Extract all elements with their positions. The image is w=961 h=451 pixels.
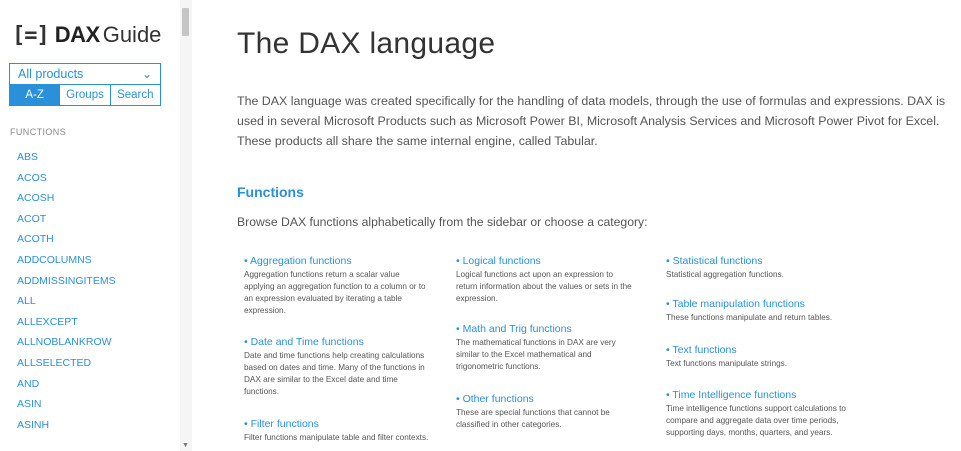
sidebar: [=] DAX Guide All products ⌄ A-Z Groups … <box>0 0 180 451</box>
category-link[interactable]: • Math and Trig functions <box>456 323 634 336</box>
function-link[interactable]: ALLNOBLANKROW <box>17 335 116 356</box>
category-logical: • Logical functions Logical functions ac… <box>456 255 634 305</box>
function-link[interactable]: ASINH <box>17 418 116 439</box>
category-desc: These functions manipulate and return ta… <box>666 313 833 322</box>
category-link[interactable]: • Other functions <box>456 393 634 406</box>
logo-guide-text: Guide <box>102 22 162 47</box>
sidebar-scrollbar[interactable]: ▼ <box>180 0 192 451</box>
functions-section-title: Functions <box>237 184 304 200</box>
category-link[interactable]: • Time Intelligence functions <box>666 389 851 402</box>
intro-paragraph: The DAX language was created specificall… <box>237 94 946 148</box>
category-date-time: • Date and Time functions Date and time … <box>244 336 430 398</box>
scroll-down-arrow-icon[interactable]: ▼ <box>182 442 189 449</box>
category-filter: • Filter functions Filter functions mani… <box>244 418 430 444</box>
tab-groups[interactable]: Groups <box>59 85 109 105</box>
page-title: The DAX language <box>237 27 496 60</box>
function-link[interactable]: AND <box>17 377 116 398</box>
category-statistical: • Statistical functions Statistical aggr… <box>666 255 851 281</box>
function-link[interactable]: ADDCOLUMNS <box>17 253 116 274</box>
scrollbar-thumb[interactable] <box>182 8 189 36</box>
function-link[interactable]: ACOT <box>17 212 116 233</box>
category-desc: Filter functions manipulate table and fi… <box>244 433 429 442</box>
function-link[interactable]: ALLSELECTED <box>17 356 116 377</box>
category-desc: These are special functions that cannot … <box>456 408 610 429</box>
function-link[interactable]: ACOTH <box>17 232 116 253</box>
category-aggregation: • Aggregation functions Aggregation func… <box>244 255 430 317</box>
category-other: • Other functions These are special func… <box>456 393 634 431</box>
category-desc: The mathematical functions in DAX are ve… <box>456 338 616 371</box>
category-desc: Text functions manipulate strings. <box>666 359 788 368</box>
tab-a-z[interactable]: A-Z <box>10 85 60 105</box>
category-desc: Time intelligence functions support calc… <box>666 404 846 437</box>
category-table-manipulation: • Table manipulation functions These fun… <box>666 298 851 324</box>
category-link[interactable]: • Text functions <box>666 344 851 357</box>
category-text: • Text functions Text functions manipula… <box>666 344 851 370</box>
category-time-intelligence: • Time Intelligence functions Time intel… <box>666 389 851 439</box>
functions-section-desc: Browse DAX functions alphabetically from… <box>237 215 648 229</box>
functions-heading: FUNCTIONS <box>10 127 67 137</box>
category-desc: Date and time functions help creating ca… <box>244 351 425 396</box>
category-link[interactable]: • Aggregation functions <box>244 255 430 268</box>
function-link[interactable]: ALLEXCEPT <box>17 315 116 336</box>
logo-dax-text: DAX <box>54 22 100 47</box>
category-link[interactable]: • Logical functions <box>456 255 634 268</box>
sidebar-tabs: A-Z Groups Search <box>9 85 161 106</box>
chevron-down-icon: ⌄ <box>141 67 152 81</box>
category-desc: Statistical aggregation functions. <box>666 270 784 279</box>
category-desc: Aggregation functions return a scalar va… <box>244 270 426 315</box>
tab-search[interactable]: Search <box>109 85 160 105</box>
category-link[interactable]: • Filter functions <box>244 418 430 431</box>
function-link[interactable]: ABS <box>17 150 116 171</box>
product-select-value: All products <box>18 67 84 81</box>
function-link[interactable]: ACOS <box>17 171 116 192</box>
category-link[interactable]: • Table manipulation functions <box>666 298 851 311</box>
function-link[interactable]: ASIN <box>17 397 116 418</box>
category-link[interactable]: • Statistical functions <box>666 255 851 268</box>
category-desc: Logical functions act upon an expression… <box>456 270 632 303</box>
function-link[interactable]: ALL <box>17 294 116 315</box>
product-select[interactable]: All products ⌄ <box>9 63 161 85</box>
dax-guide-logo[interactable]: [=] DAX Guide <box>12 22 161 48</box>
category-math-trig: • Math and Trig functions The mathematic… <box>456 323 634 373</box>
function-link[interactable]: ADDMISSINGITEMS <box>17 274 116 295</box>
function-link[interactable]: ACOSH <box>17 191 116 212</box>
logo-icon: [=] <box>12 22 50 48</box>
main-content: The DAX language The DAX language was cr… <box>237 0 961 451</box>
functions-list: ABS ACOS ACOSH ACOT ACOTH ADDCOLUMNS ADD… <box>17 150 116 438</box>
category-link[interactable]: • Date and Time functions <box>244 336 430 349</box>
